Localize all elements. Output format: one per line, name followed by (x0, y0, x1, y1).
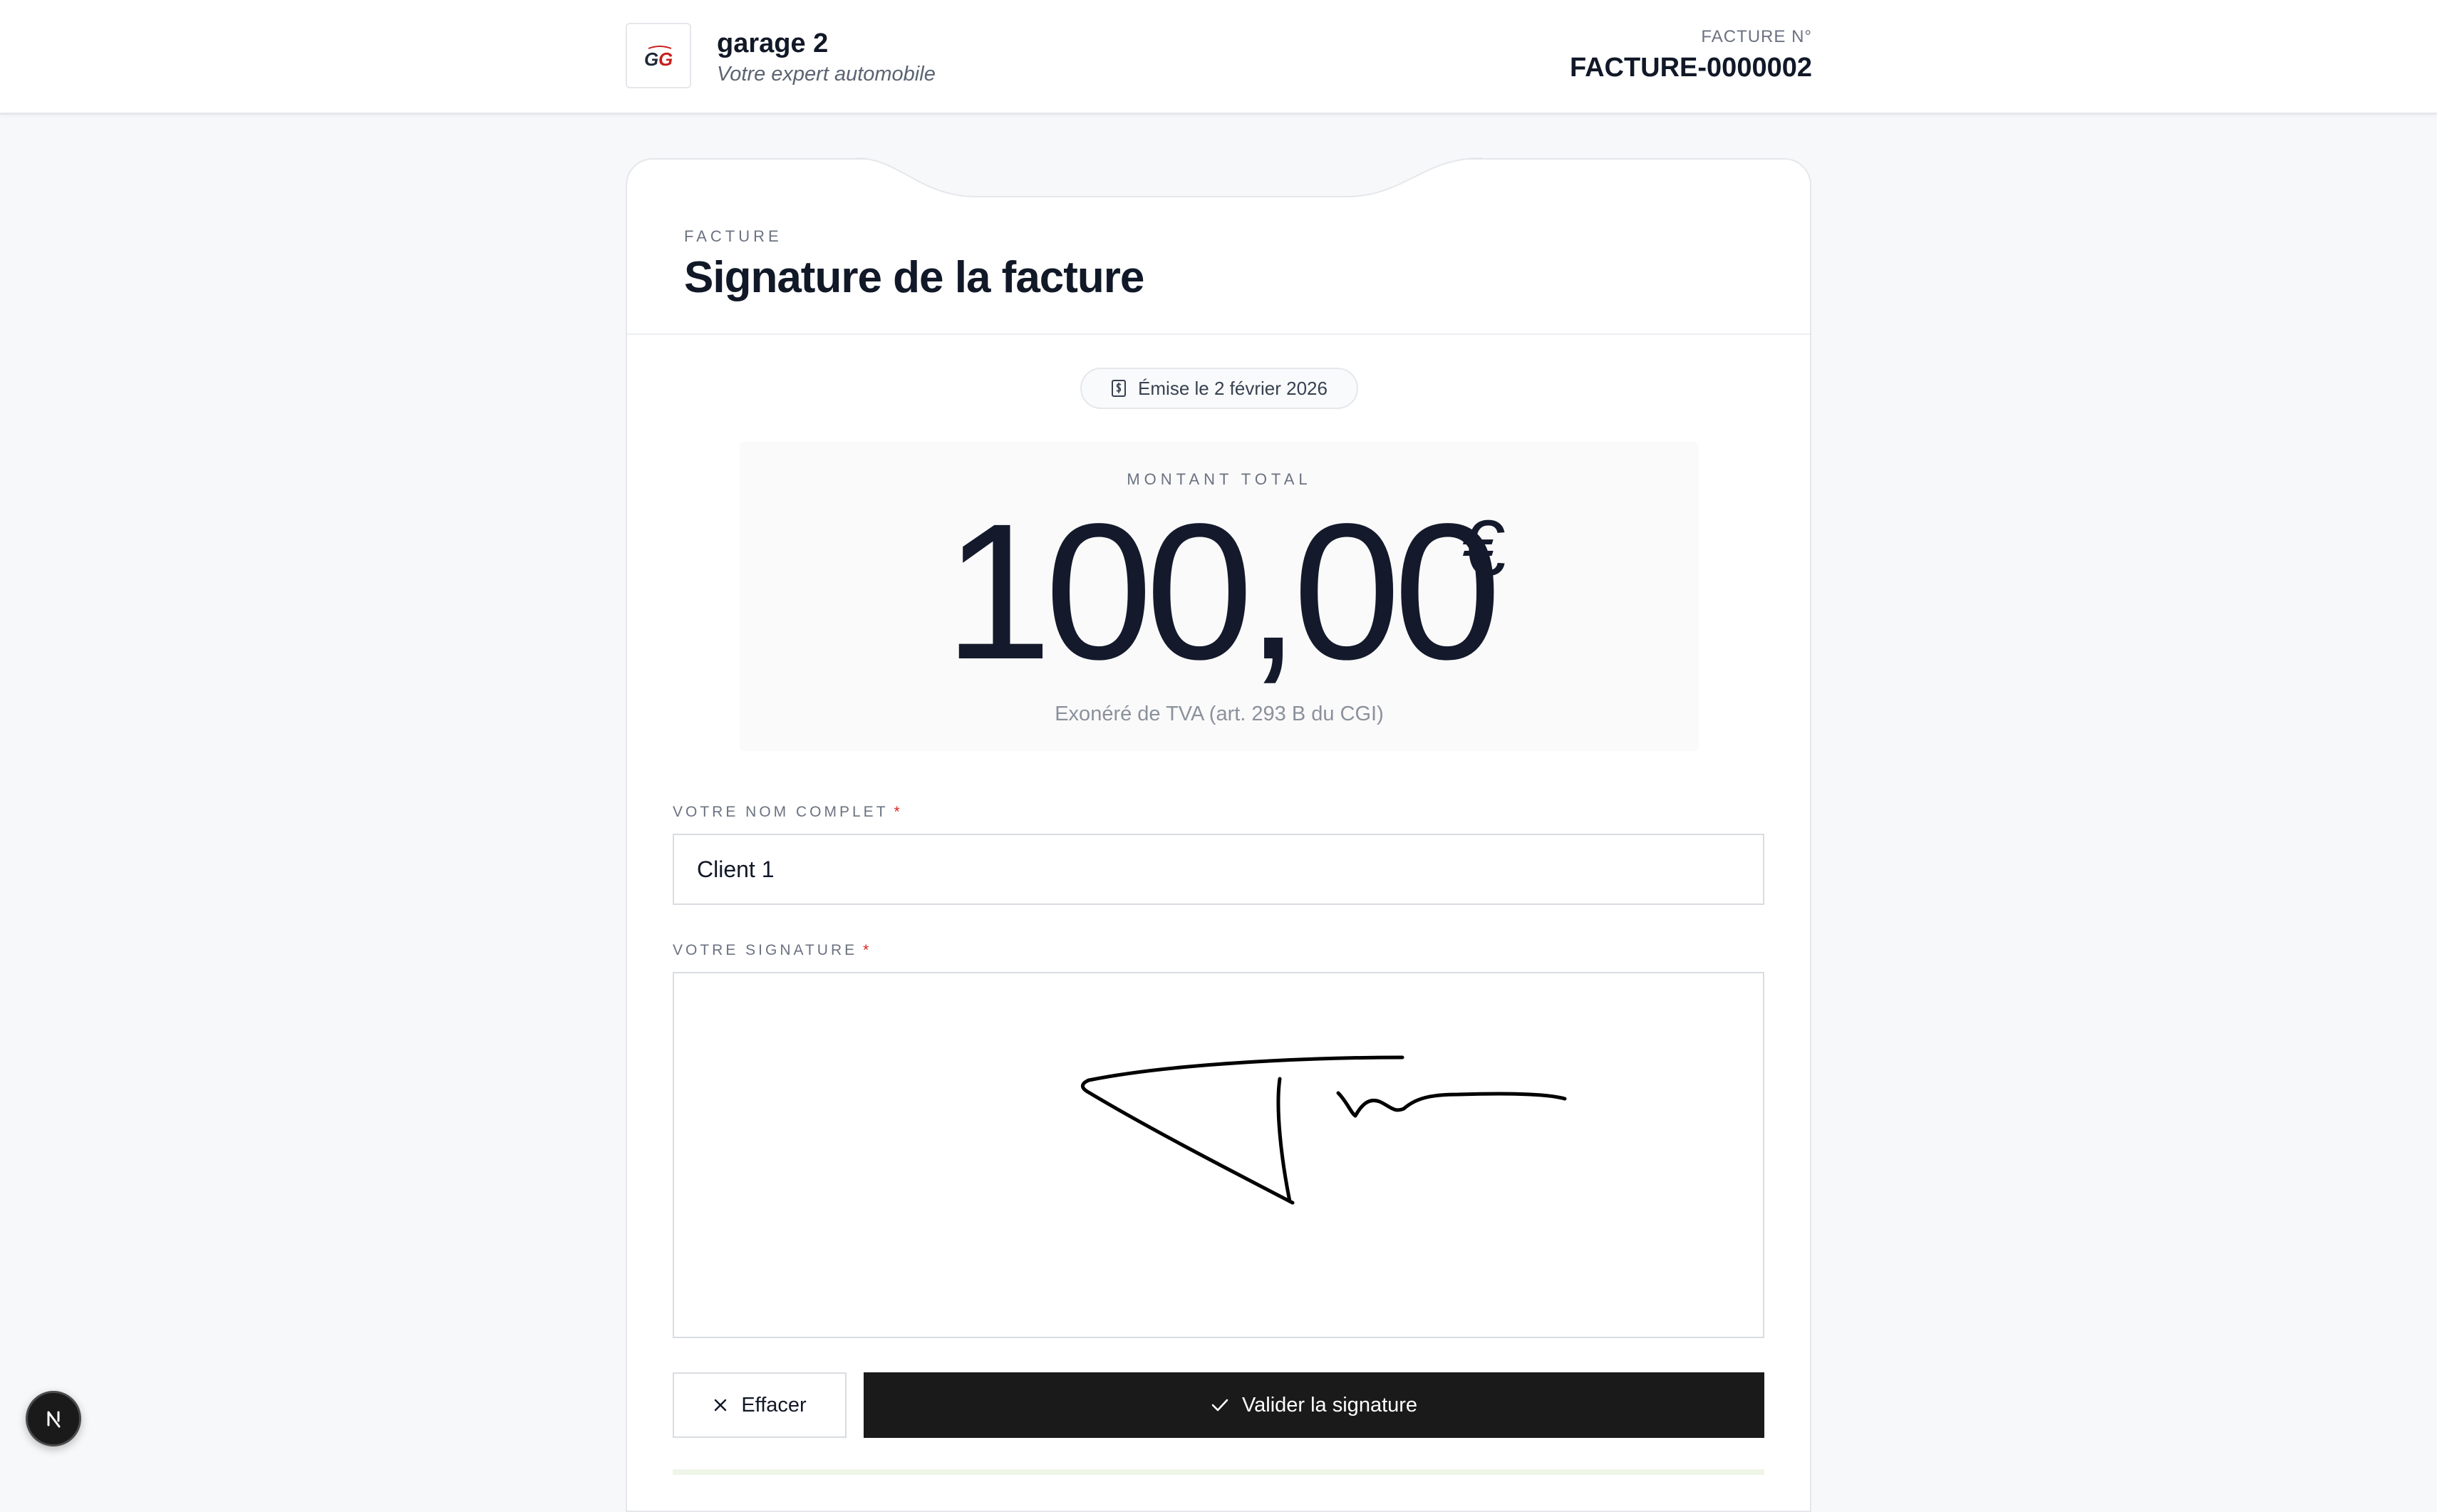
full-name-input[interactable] (673, 834, 1764, 905)
vat-exemption-note: Exonéré de TVA (art. 293 B du CGI) (1055, 703, 1384, 725)
required-mark: * (894, 804, 903, 820)
check-icon (1211, 1399, 1228, 1412)
signature-field-label-text: VOTRE SIGNATURE (673, 942, 858, 958)
issue-date-text: Émise le 2 février 2026 (1138, 377, 1328, 399)
svg-text:G: G (658, 48, 673, 70)
invoice-card: FACTURE Signature de la facture Émise le… (626, 158, 1811, 1512)
invoice-number-label: FACTURE N° (1701, 27, 1812, 46)
garage-logo-icon: G G (644, 46, 673, 70)
clear-signature-label: Effacer (741, 1393, 807, 1417)
garage-logo: G G (626, 23, 691, 88)
brand-name: garage 2 (717, 29, 829, 58)
page-title: Signature de la facture (684, 253, 1144, 302)
top-bar: G G garage 2 Votre expert automobile FAC… (0, 0, 2437, 115)
clear-signature-button[interactable]: Effacer (673, 1372, 847, 1438)
name-field-label-text: VOTRE NOM COMPLET (673, 804, 889, 820)
validate-signature-button[interactable]: Valider la signature (864, 1372, 1764, 1438)
signature-field-label: VOTRE SIGNATURE * (673, 942, 871, 959)
total-amount-panel: MONTANT TOTAL 100,00 € Exonéré de TVA (a… (740, 442, 1699, 751)
card-eyebrow: FACTURE (684, 227, 782, 245)
signature-drawing (1081, 1055, 1567, 1205)
name-field-label: VOTRE NOM COMPLET * (673, 804, 903, 821)
receipt-icon (1112, 380, 1127, 397)
card-notch-decoration (855, 157, 1482, 197)
brand-tagline: Votre expert automobile (717, 63, 936, 86)
currency-symbol: € (1462, 504, 1506, 592)
issue-date-badge: Émise le 2 février 2026 (1080, 368, 1358, 409)
close-icon (715, 1399, 727, 1412)
nextjs-icon (47, 1411, 61, 1428)
status-strip (673, 1469, 1764, 1475)
total-amount-value: 100,00 (944, 483, 1501, 700)
required-mark: * (863, 942, 872, 958)
svg-text:G: G (644, 48, 658, 70)
signature-pad[interactable] (673, 972, 1764, 1338)
validate-signature-label: Valider la signature (1241, 1393, 1418, 1417)
invoice-number: FACTURE-0000002 (1569, 53, 1812, 83)
nextjs-dev-button[interactable] (26, 1391, 81, 1446)
